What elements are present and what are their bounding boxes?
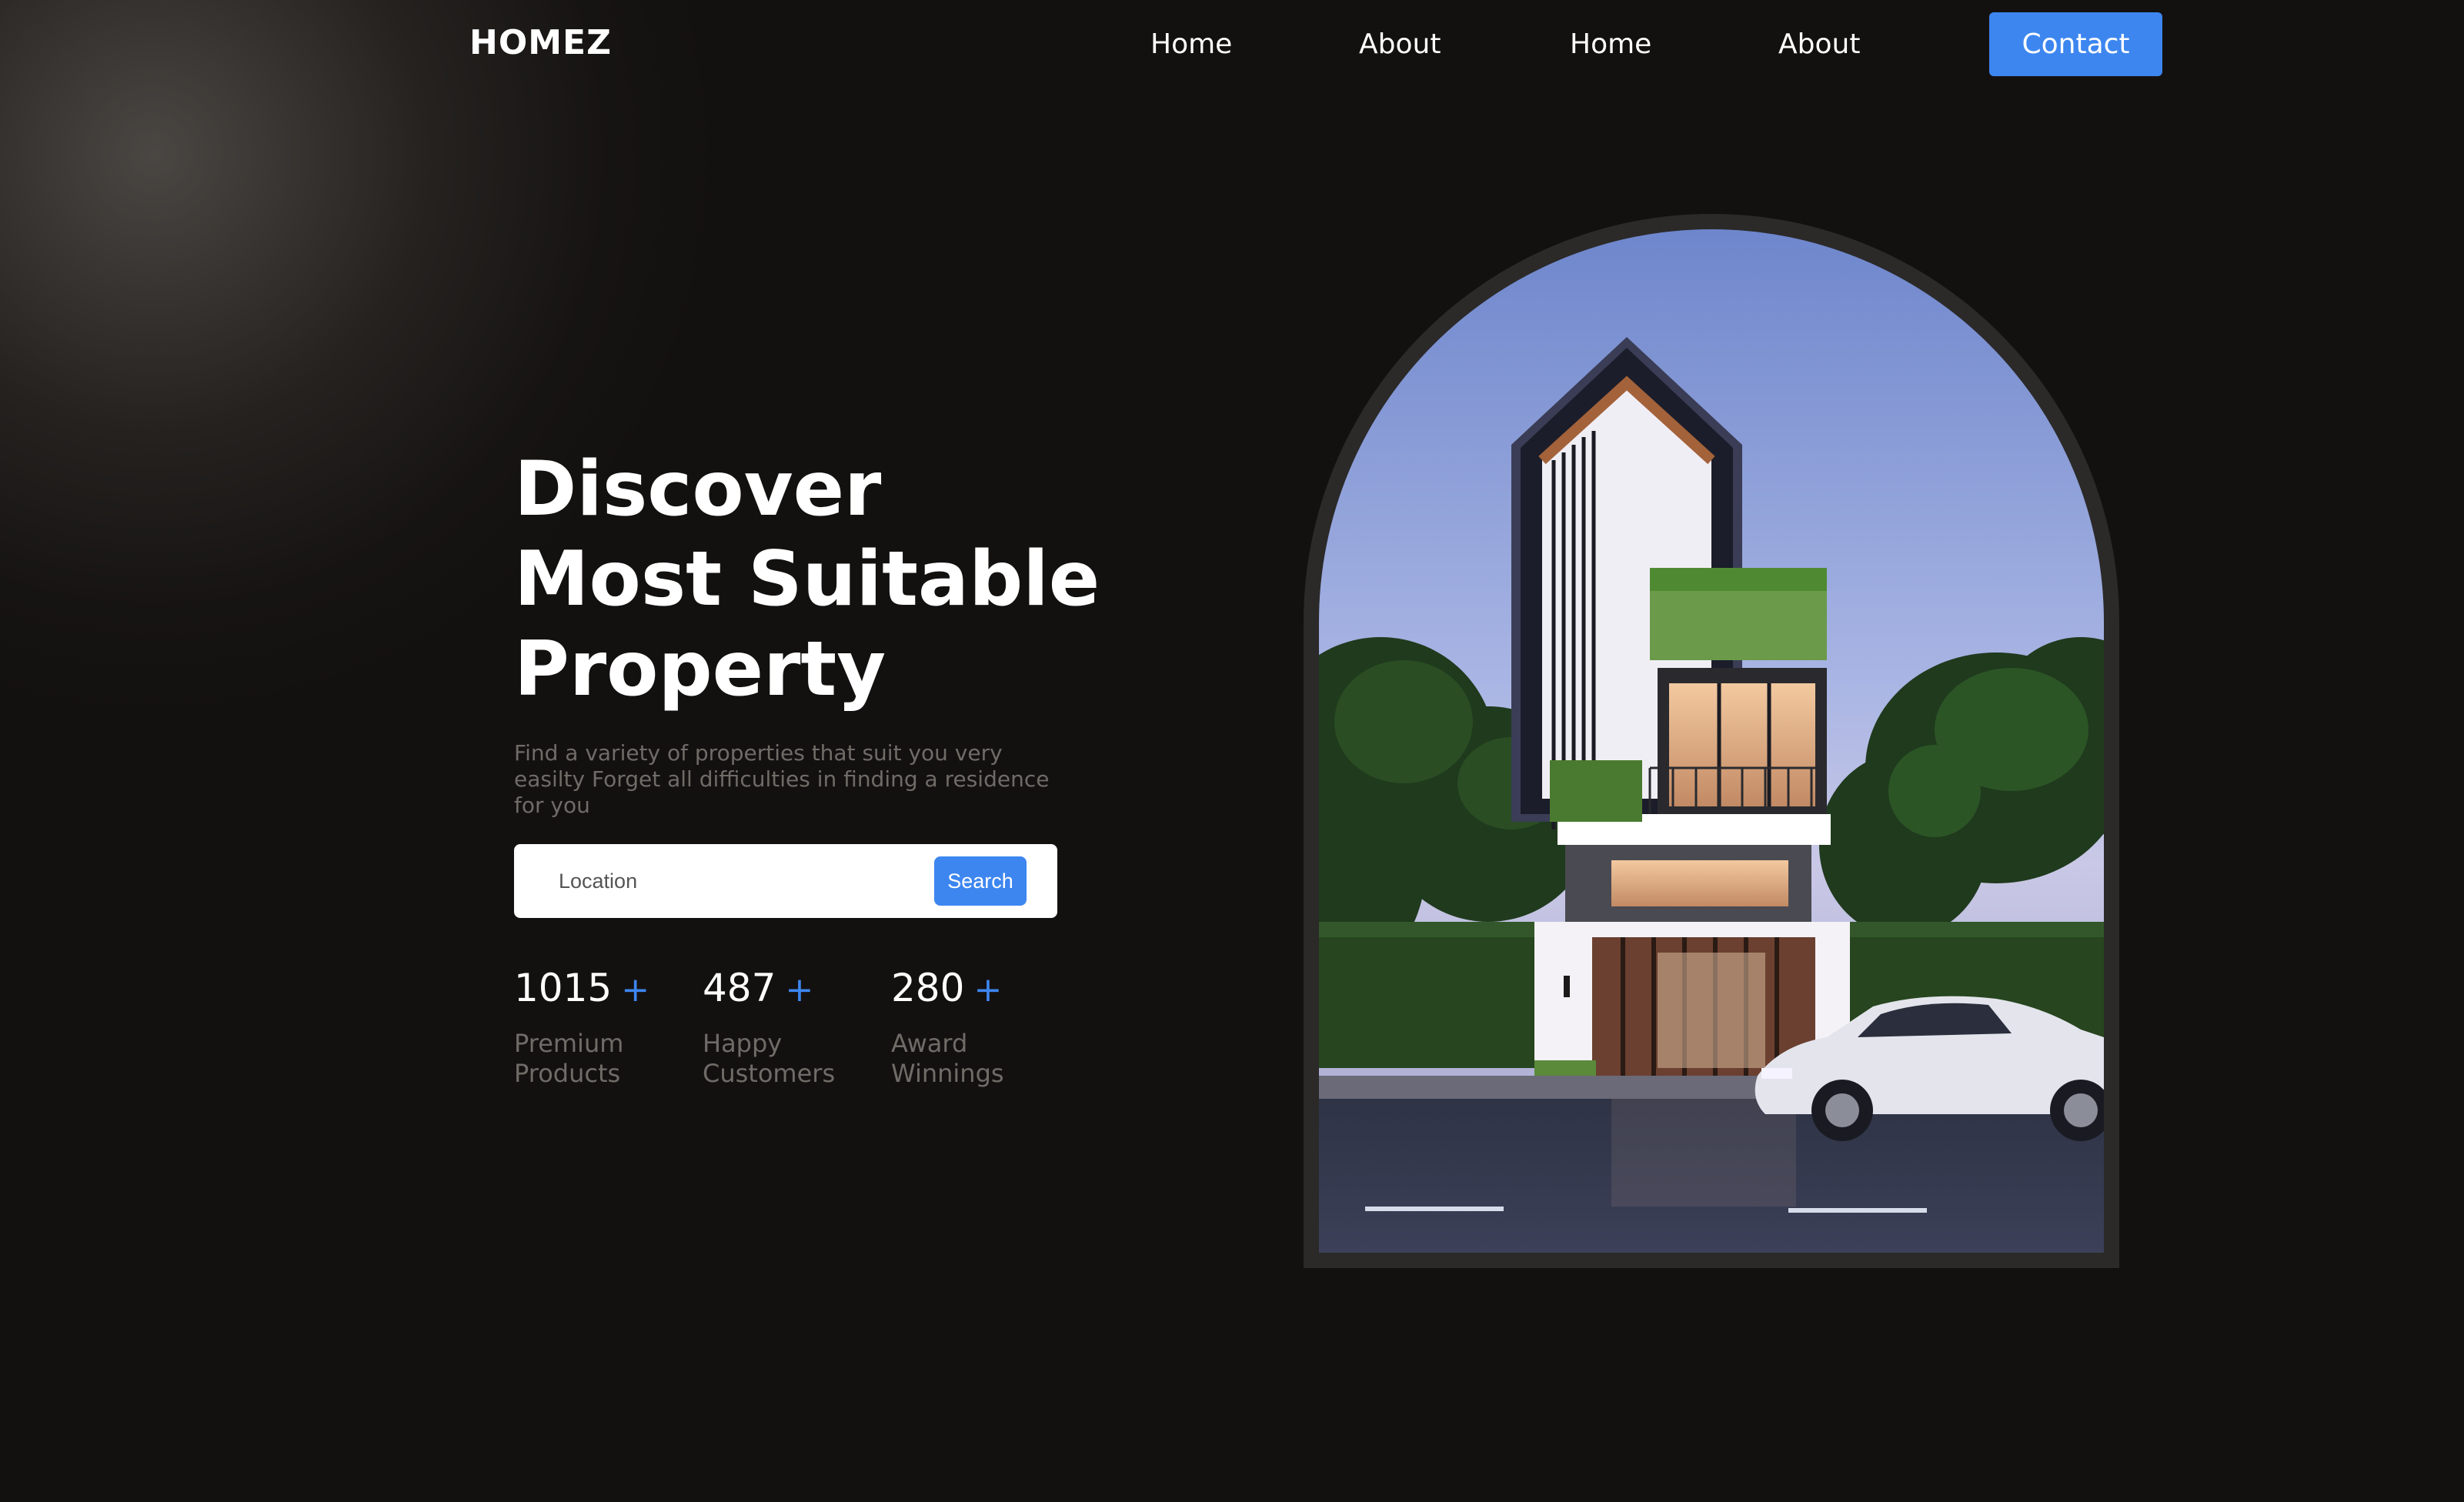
stat-number: 1015 + [514,963,691,1015]
location-input[interactable] [559,863,913,900]
stat-premium-products: 1015 + Premium Products [514,963,691,1089]
stat-value: 487 [703,966,776,1010]
stat-label: Premium Products [514,1029,624,1088]
stat-value: 280 [891,966,965,1010]
hero-title: Discover Most Suitable Property [514,445,1100,715]
hero-title-line: Discover [514,446,882,533]
stat-label: Award Winnings [891,1029,1004,1088]
nav-about[interactable]: About [1359,12,1441,77]
stat-label: Happy Customers [703,1029,836,1088]
nav-home-2[interactable]: Home [1570,12,1651,77]
property-image-frame [1304,214,2119,1268]
plus-icon: + [785,970,814,1010]
stat-number: 280 + [891,963,1068,1015]
plus-icon: + [973,970,1003,1010]
nav-about-2[interactable]: About [1778,12,1860,77]
stat-value: 1015 [514,966,613,1010]
stat-happy-customers: 487 + Happy Customers [703,963,880,1089]
stat-number: 487 + [703,963,880,1015]
contact-button[interactable]: Contact [1989,12,2162,76]
hero-title-line: Property [514,626,886,713]
plus-icon: + [621,970,650,1010]
nav-home[interactable]: Home [1150,12,1232,77]
house-illustration [1319,229,2104,1253]
stat-award-winnings: 280 + Award Winnings [891,963,1068,1089]
search-button[interactable]: Search [934,856,1027,906]
hero-subtitle: Find a variety of properties that suit y… [514,740,1050,818]
property-image [1319,229,2104,1253]
landing-page: HOMEZ Home About Home About Contact Disc… [0,0,2464,1502]
search-box: Search [514,844,1057,918]
hero-title-line: Most Suitable [514,536,1100,623]
